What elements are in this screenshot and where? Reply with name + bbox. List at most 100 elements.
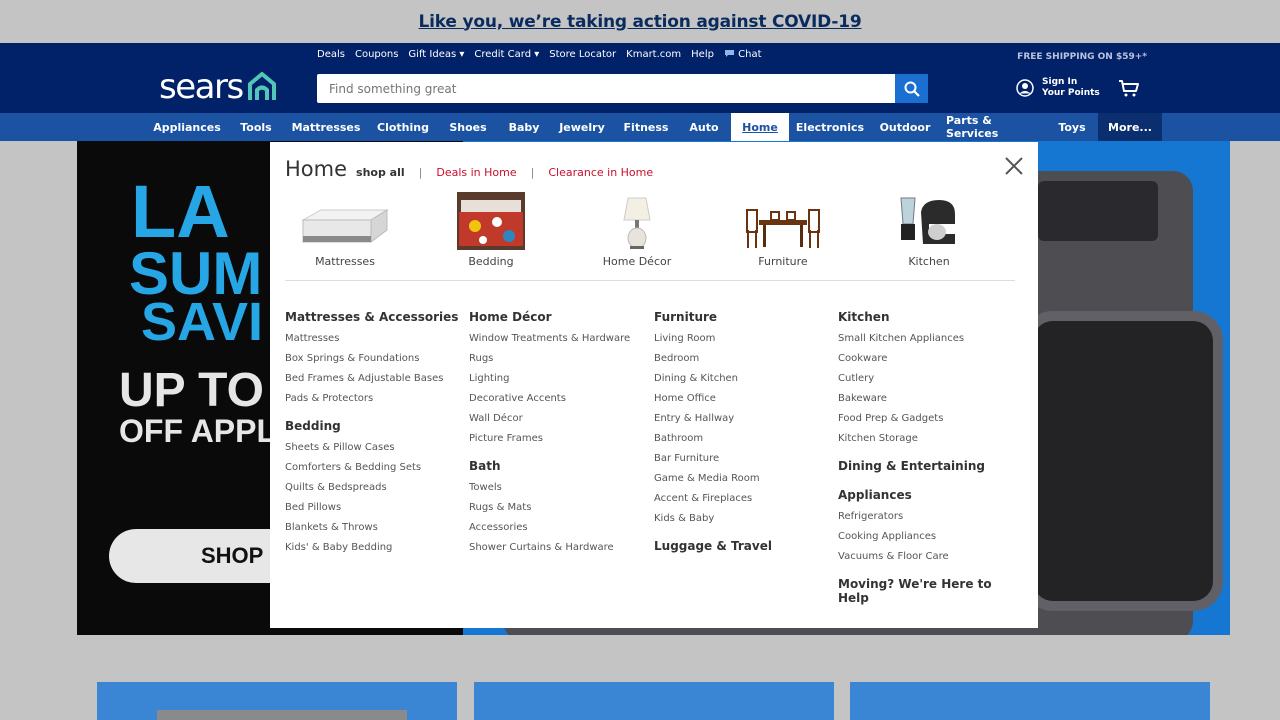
- menu-link[interactable]: Accessories: [469, 518, 649, 538]
- menu-link[interactable]: Living Room: [654, 329, 834, 349]
- menu-link[interactable]: Vacuums & Floor Care: [838, 547, 1018, 567]
- menu-heading[interactable]: Bedding: [285, 419, 465, 433]
- sign-in-link[interactable]: Sign In Your Points: [1016, 77, 1100, 99]
- featured-home-decor[interactable]: Home Décor: [582, 190, 692, 268]
- promo-card-1[interactable]: [97, 682, 457, 720]
- util-link-chat[interactable]: Chat: [724, 49, 762, 60]
- cart-button[interactable]: [1118, 79, 1140, 101]
- nav-mattresses[interactable]: Mattresses: [290, 113, 362, 141]
- nav-toys[interactable]: Toys: [1053, 113, 1091, 141]
- menu-heading[interactable]: Home Décor: [469, 310, 649, 324]
- sign-in-label: Sign In: [1042, 77, 1078, 87]
- nav-electronics[interactable]: Electronics: [796, 113, 864, 141]
- menu-link[interactable]: Kitchen Storage: [838, 429, 1018, 449]
- free-shipping-text[interactable]: FREE SHIPPING ON $59+*: [1017, 52, 1147, 62]
- dryer-control-panel: [1038, 181, 1158, 241]
- menu-heading[interactable]: Bath: [469, 459, 649, 473]
- menu-link[interactable]: Dining & Kitchen: [654, 369, 834, 389]
- nav-fitness[interactable]: Fitness: [620, 113, 672, 141]
- category-nav: Appliances Tools Mattresses Clothing Sho…: [0, 113, 1280, 141]
- nav-more[interactable]: More...: [1098, 113, 1162, 141]
- featured-kitchen[interactable]: Kitchen: [874, 190, 984, 268]
- covid-banner[interactable]: Like you, we’re taking action against CO…: [0, 0, 1280, 43]
- util-link-coupons[interactable]: Coupons: [355, 49, 398, 60]
- nav-home[interactable]: Home: [731, 113, 789, 141]
- search-input[interactable]: [317, 74, 895, 103]
- util-link-gift-ideas[interactable]: Gift Ideas ▾: [408, 49, 464, 60]
- menu-heading[interactable]: Appliances: [838, 488, 1018, 502]
- shop-all-link[interactable]: shop all: [356, 166, 405, 179]
- menu-heading[interactable]: Mattresses & Accessories: [285, 310, 465, 324]
- sears-logo[interactable]: sears: [159, 67, 279, 107]
- menu-link[interactable]: Entry & Hallway: [654, 409, 834, 429]
- menu-link[interactable]: Accent & Fireplaces: [654, 489, 834, 509]
- menu-link[interactable]: Blankets & Throws: [285, 518, 465, 538]
- menu-link[interactable]: Kids' & Baby Bedding: [285, 538, 465, 558]
- nav-auto[interactable]: Auto: [684, 113, 724, 141]
- menu-link[interactable]: Sheets & Pillow Cases: [285, 438, 465, 458]
- util-link-store-locator[interactable]: Store Locator: [549, 49, 616, 60]
- featured-bedding[interactable]: Bedding: [436, 190, 546, 268]
- menu-link[interactable]: Shower Curtains & Hardware: [469, 538, 649, 558]
- nav-baby[interactable]: Baby: [504, 113, 544, 141]
- nav-shoes[interactable]: Shoes: [445, 113, 491, 141]
- menu-link[interactable]: Comforters & Bedding Sets: [285, 458, 465, 478]
- covid-banner-link[interactable]: Like you, we’re taking action against CO…: [419, 12, 862, 32]
- menu-link[interactable]: Cooking Appliances: [838, 527, 1018, 547]
- menu-link[interactable]: Small Kitchen Appliances: [838, 329, 1018, 349]
- close-menu-button[interactable]: [1004, 156, 1024, 176]
- menu-heading[interactable]: Furniture: [654, 310, 834, 324]
- menu-link[interactable]: Bar Furniture: [654, 449, 834, 469]
- menu-link[interactable]: Quilts & Bedspreads: [285, 478, 465, 498]
- nav-outdoor[interactable]: Outdoor: [876, 113, 934, 141]
- menu-link[interactable]: Rugs & Mats: [469, 498, 649, 518]
- nav-clothing[interactable]: Clothing: [374, 113, 432, 141]
- featured-mattresses[interactable]: Mattresses: [290, 190, 400, 268]
- menu-link[interactable]: Food Prep & Gadgets: [838, 409, 1018, 429]
- card-product-image: [157, 710, 407, 720]
- site-header: sears Deals Coupons Gift Ideas ▾ Credit …: [0, 43, 1280, 113]
- menu-link[interactable]: Rugs: [469, 349, 649, 369]
- menu-link[interactable]: Cutlery: [838, 369, 1018, 389]
- menu-link[interactable]: Home Office: [654, 389, 834, 409]
- nav-jewelry[interactable]: Jewelry: [557, 113, 607, 141]
- menu-link[interactable]: Mattresses: [285, 329, 465, 349]
- menu-link[interactable]: Cookware: [838, 349, 1018, 369]
- nav-tools[interactable]: Tools: [234, 113, 278, 141]
- deals-in-home-link[interactable]: Deals in Home: [436, 166, 516, 179]
- featured-label: Bedding: [468, 255, 514, 268]
- menu-link[interactable]: Window Treatments & Hardware: [469, 329, 649, 349]
- menu-link[interactable]: Refrigerators: [838, 507, 1018, 527]
- util-link-kmart[interactable]: Kmart.com: [626, 49, 681, 60]
- chat-icon: [724, 50, 734, 57]
- menu-link[interactable]: Pads & Protectors: [285, 389, 465, 409]
- menu-link[interactable]: Decorative Accents: [469, 389, 649, 409]
- menu-heading[interactable]: Kitchen: [838, 310, 1018, 324]
- promo-card-3[interactable]: [850, 682, 1210, 720]
- util-link-deals[interactable]: Deals: [317, 49, 345, 60]
- menu-link[interactable]: Box Springs & Foundations: [285, 349, 465, 369]
- util-link-credit-card[interactable]: Credit Card ▾: [474, 49, 539, 60]
- menu-link[interactable]: Wall Décor: [469, 409, 649, 429]
- menu-link[interactable]: Bedroom: [654, 349, 834, 369]
- menu-link[interactable]: Kids & Baby: [654, 509, 834, 529]
- menu-link[interactable]: Picture Frames: [469, 429, 649, 449]
- menu-heading[interactable]: Dining & Entertaining: [838, 459, 1018, 473]
- clearance-in-home-link[interactable]: Clearance in Home: [548, 166, 653, 179]
- nav-appliances[interactable]: Appliances: [151, 113, 223, 141]
- menu-link[interactable]: Bakeware: [838, 389, 1018, 409]
- featured-furniture[interactable]: Furniture: [728, 190, 838, 268]
- menu-link[interactable]: Bed Pillows: [285, 498, 465, 518]
- menu-heading[interactable]: Moving? We're Here to Help: [838, 577, 1018, 605]
- util-link-help[interactable]: Help: [691, 49, 714, 60]
- menu-link[interactable]: Bed Frames & Adjustable Bases: [285, 369, 465, 389]
- menu-heading[interactable]: Luggage & Travel: [654, 539, 834, 553]
- nav-parts-services[interactable]: Parts & Services: [946, 113, 1042, 141]
- menu-link[interactable]: Game & Media Room: [654, 469, 834, 489]
- search-button[interactable]: [895, 74, 928, 103]
- promo-card-2[interactable]: [474, 682, 834, 720]
- menu-link[interactable]: Lighting: [469, 369, 649, 389]
- hero-line-4: UP TO: [119, 364, 264, 417]
- menu-link[interactable]: Bathroom: [654, 429, 834, 449]
- menu-link[interactable]: Towels: [469, 478, 649, 498]
